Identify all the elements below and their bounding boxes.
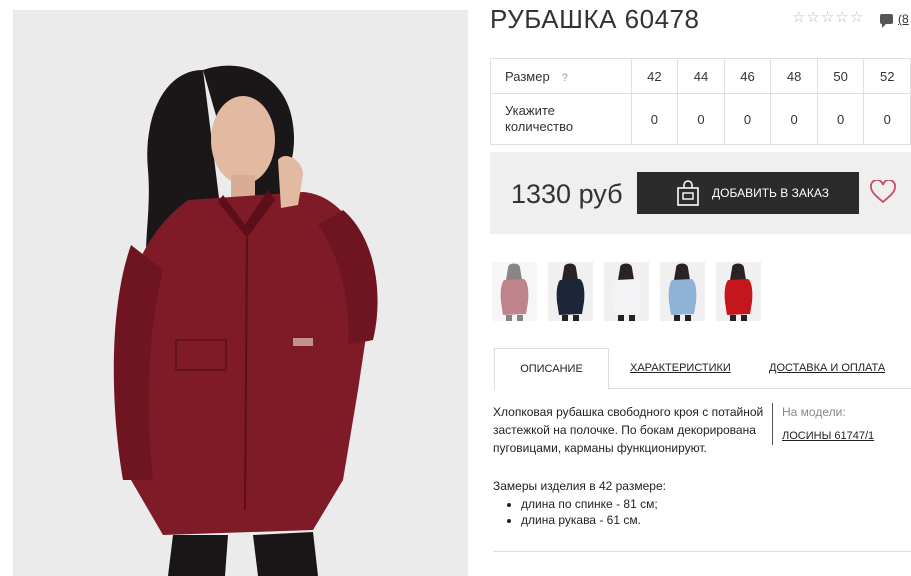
size-table: Размер? 42 44 46 48 50 52 Укажите количе… bbox=[490, 58, 911, 145]
quantity-input-48[interactable]: 0 bbox=[770, 93, 818, 145]
size-cell: 46 bbox=[723, 58, 772, 94]
thumbnail-image bbox=[724, 263, 753, 321]
reviews-count[interactable]: (8 bbox=[898, 12, 909, 26]
model-info: На модели: ЛОСИНЫ 61747/1 bbox=[772, 403, 911, 445]
star-icon[interactable]: ☆ bbox=[792, 10, 805, 26]
tab-characteristics[interactable]: ХАРАКТЕРИСТИКИ bbox=[630, 348, 731, 387]
add-to-order-button[interactable]: ДОБАВИТЬ В ЗАКАЗ bbox=[637, 172, 859, 214]
size-cell: 48 bbox=[770, 58, 818, 94]
measurement-item: длина по спинке - 81 см; bbox=[521, 496, 666, 512]
tab-delivery-label: ДОСТАВКА И ОПЛАТА bbox=[769, 361, 886, 374]
model-wearing-shirt-image bbox=[113, 65, 378, 576]
buy-box: 1330 руб ДОБАВИТЬ В ЗАКАЗ bbox=[490, 152, 911, 234]
rating-stars[interactable]: ☆ ☆ ☆ ☆ ☆ bbox=[792, 10, 863, 26]
thumbnail-light-blue[interactable] bbox=[660, 262, 705, 321]
thumbnail-image bbox=[556, 263, 585, 321]
measurement-item: длина рукава - 61 см. bbox=[521, 512, 666, 528]
quantity-input-44[interactable]: 0 bbox=[677, 93, 725, 145]
thumbnail-red[interactable] bbox=[716, 262, 761, 321]
measurements-list: длина по спинке - 81 см; длина рукава - … bbox=[493, 496, 666, 528]
thumbnail-navy[interactable] bbox=[548, 262, 593, 321]
star-icon[interactable]: ☆ bbox=[835, 10, 848, 26]
measurements-title: Замеры изделия в 42 размере: bbox=[493, 479, 666, 493]
color-thumbnails bbox=[492, 262, 761, 321]
size-row: Размер? 42 44 46 48 50 52 bbox=[490, 58, 911, 94]
add-to-order-label: ДОБАВИТЬ В ЗАКАЗ bbox=[712, 186, 829, 200]
product-title: РУБАШКА 60478 bbox=[490, 4, 700, 34]
shopping-bag-icon bbox=[675, 179, 701, 207]
quantity-input-42[interactable]: 0 bbox=[630, 93, 679, 145]
model-label: На модели: bbox=[782, 405, 846, 419]
price: 1330 руб bbox=[511, 179, 623, 209]
star-icon[interactable]: ☆ bbox=[806, 10, 819, 26]
size-cell: 44 bbox=[677, 58, 725, 94]
thumbnail-image bbox=[612, 263, 641, 321]
product-tabs: ОПИСАНИЕ ХАРАКТЕРИСТИКИ ДОСТАВКА И ОПЛАТ… bbox=[493, 348, 911, 390]
tab-delivery[interactable]: ДОСТАВКА И ОПЛАТА bbox=[769, 348, 885, 387]
thumbnail-burgundy[interactable] bbox=[492, 262, 537, 321]
star-icon[interactable]: ☆ bbox=[821, 10, 834, 26]
size-help-icon[interactable]: ? bbox=[562, 72, 568, 84]
size-cell: 52 bbox=[863, 58, 911, 94]
product-photo[interactable] bbox=[13, 10, 468, 576]
size-cell: 50 bbox=[816, 58, 865, 94]
size-cell: 42 bbox=[630, 58, 679, 94]
size-label-cell: Размер? bbox=[490, 58, 632, 94]
thumbnail-image bbox=[500, 263, 529, 321]
thumbnail-white[interactable] bbox=[604, 262, 649, 321]
star-icon[interactable]: ☆ bbox=[850, 10, 863, 26]
tab-characteristics-label: ХАРАКТЕРИСТИКИ bbox=[630, 361, 731, 374]
comment-icon bbox=[880, 14, 893, 28]
quantity-row: Укажите количество 0 0 0 0 0 0 bbox=[490, 93, 911, 145]
size-label: Размер bbox=[505, 68, 550, 84]
reviews-link[interactable]: (8 bbox=[880, 12, 909, 28]
thumbnail-image bbox=[668, 263, 697, 321]
heart-icon[interactable] bbox=[870, 179, 896, 204]
model-item-link[interactable]: ЛОСИНЫ 61747/1 bbox=[782, 427, 874, 445]
quantity-input-50[interactable]: 0 bbox=[816, 93, 865, 145]
divider bbox=[493, 551, 911, 552]
quantity-input-52[interactable]: 0 bbox=[863, 93, 911, 145]
tab-description[interactable]: ОПИСАНИЕ bbox=[494, 348, 609, 390]
measurements: Замеры изделия в 42 размере: длина по сп… bbox=[493, 478, 666, 528]
quantity-label: Укажите количество bbox=[490, 93, 632, 145]
quantity-input-46[interactable]: 0 bbox=[723, 93, 772, 145]
description-text: Хлопковая рубашка свободного кроя с пота… bbox=[493, 405, 764, 455]
